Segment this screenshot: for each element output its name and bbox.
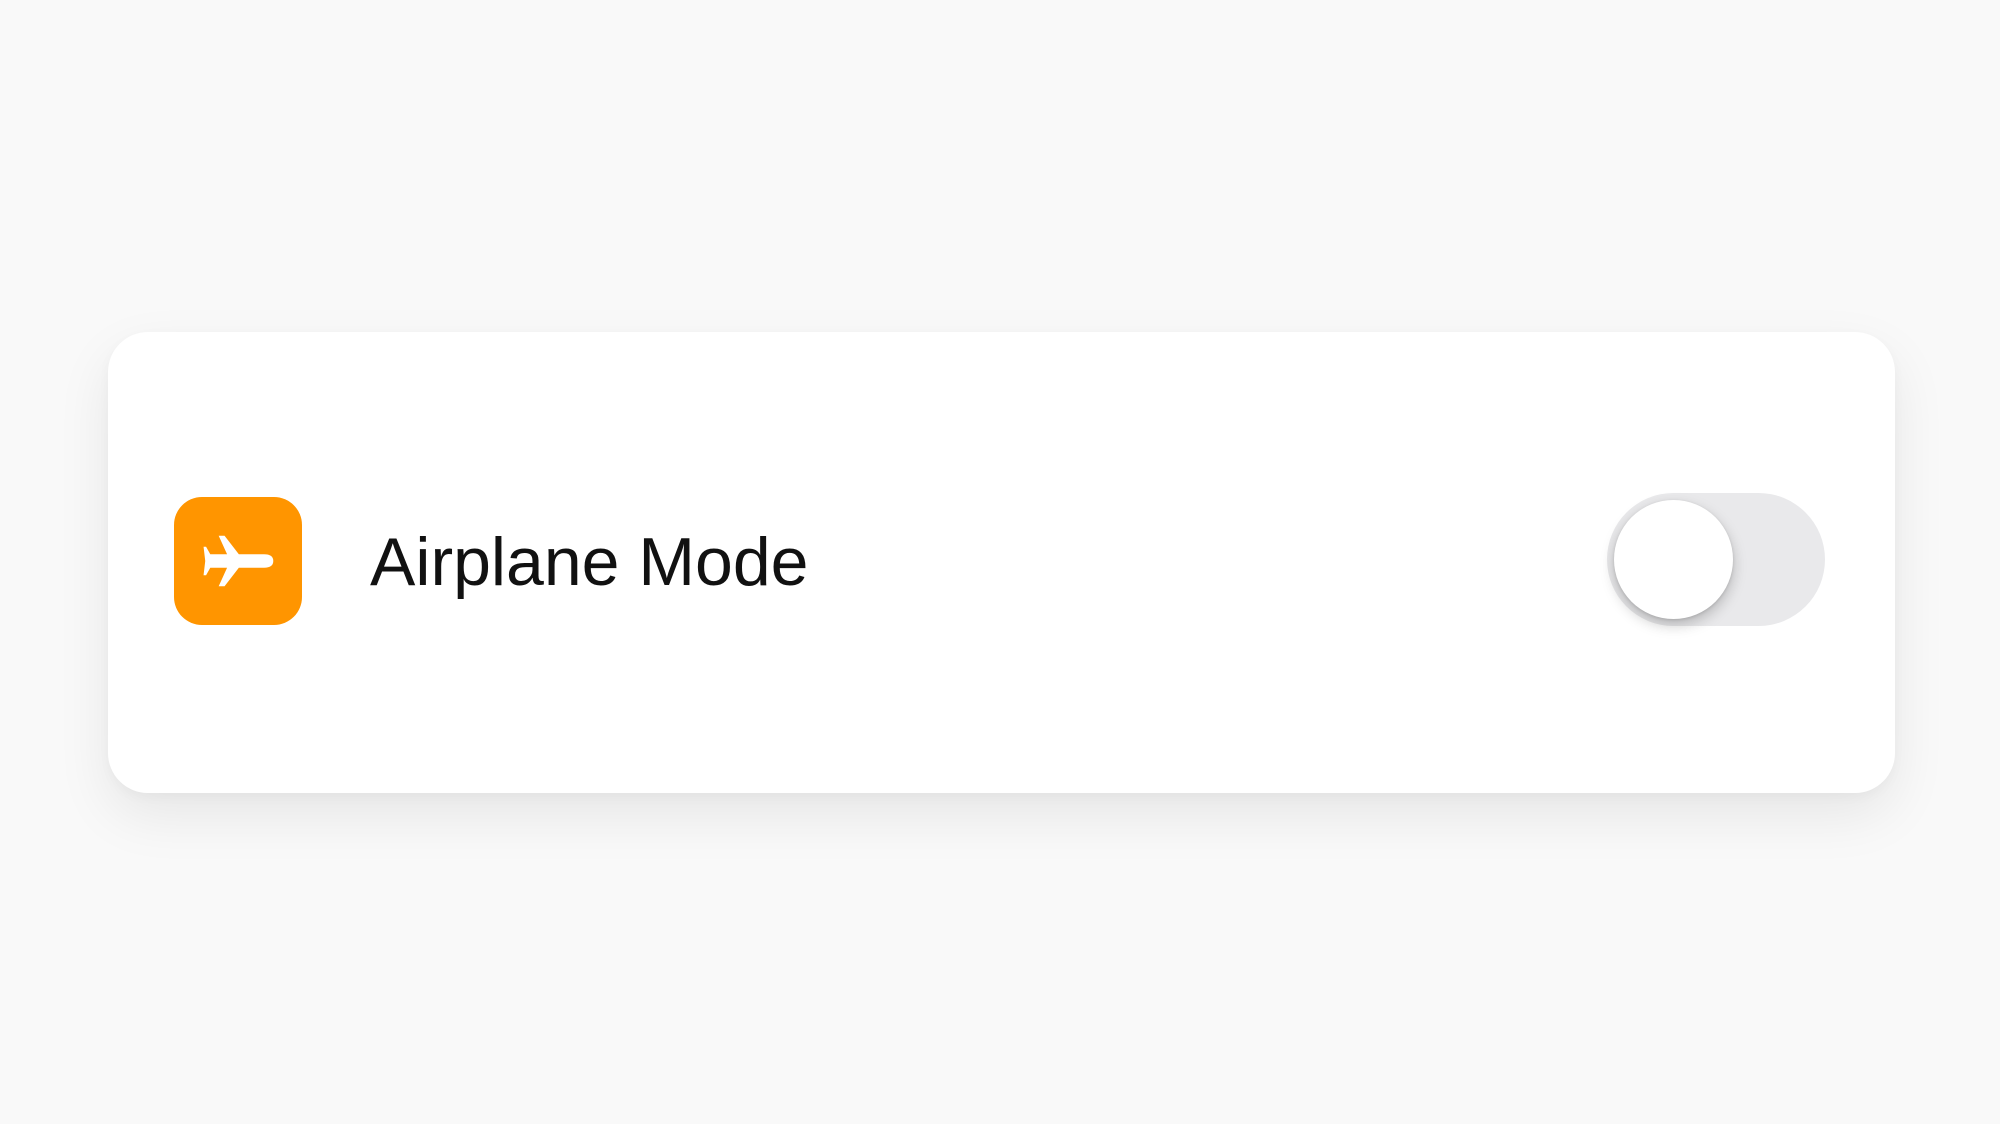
toggle-thumb <box>1614 500 1733 619</box>
airplane-mode-toggle[interactable] <box>1607 493 1825 626</box>
settings-card: Airplane Mode <box>108 332 1895 793</box>
airplane-icon <box>203 535 274 587</box>
airplane-mode-label: Airplane Mode <box>370 524 809 600</box>
airplane-mode-row: Airplane Mode <box>108 332 1895 793</box>
airplane-mode-app-icon <box>174 497 302 625</box>
